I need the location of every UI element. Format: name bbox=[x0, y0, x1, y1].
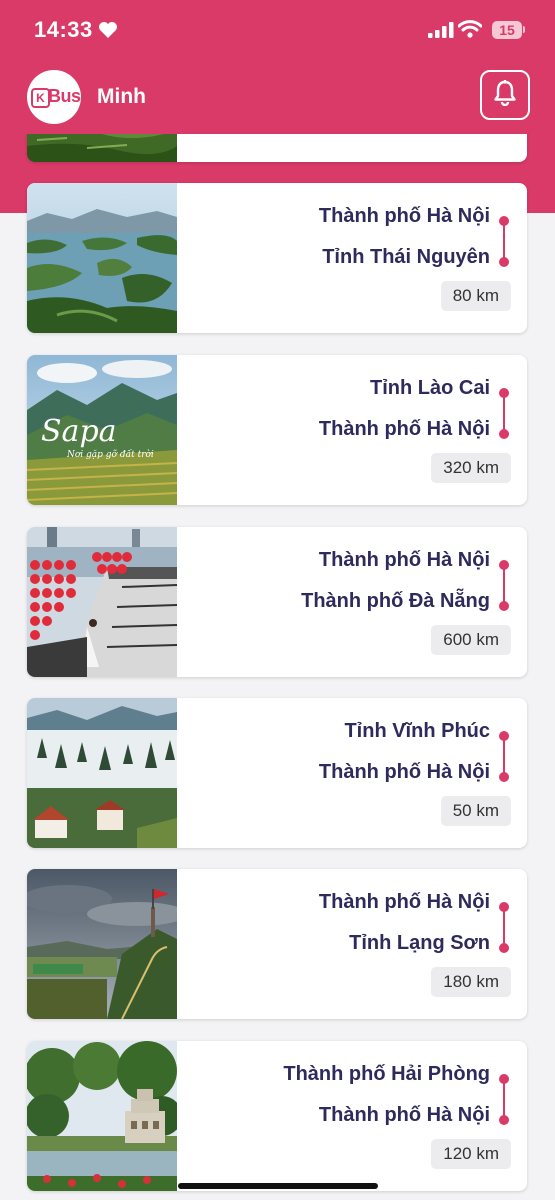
route-origin: Tỉnh Lào Cai bbox=[370, 377, 490, 399]
route-connector bbox=[498, 902, 510, 953]
image-caption: Sapa bbox=[41, 414, 117, 449]
heart-icon bbox=[98, 21, 118, 44]
distance-badge: 320 km bbox=[431, 453, 511, 483]
distance-badge: 600 km bbox=[431, 625, 511, 655]
wifi-icon bbox=[457, 20, 483, 43]
app-bar: K Bus Minh bbox=[0, 62, 555, 134]
route-image bbox=[27, 134, 177, 162]
route-card[interactable]: Sapa Nơi gặp gỡ đất trời Tỉnh Lào Cai Th… bbox=[27, 355, 527, 505]
distance-badge: 120 km bbox=[431, 1139, 511, 1169]
route-destination: Thành phố Hà Nội bbox=[318, 1104, 490, 1126]
route-connector bbox=[498, 216, 510, 267]
route-image: Sapa Nơi gặp gỡ đất trời bbox=[27, 355, 177, 505]
home-indicator[interactable] bbox=[178, 1183, 378, 1189]
bell-icon bbox=[494, 78, 516, 111]
route-image bbox=[27, 183, 177, 333]
route-connector bbox=[498, 388, 510, 439]
user-name: Minh bbox=[97, 85, 146, 108]
battery-tip bbox=[523, 26, 525, 33]
route-connector bbox=[498, 731, 510, 782]
status-time: 14:33 bbox=[34, 17, 93, 42]
route-image bbox=[27, 1041, 177, 1191]
route-card[interactable]: Thành phố Hà Nội Thành phố Đà Nẵng 600 k… bbox=[27, 527, 527, 677]
route-origin: Thành phố Hải Phòng bbox=[283, 1063, 490, 1085]
route-destination: Tỉnh Thái Nguyên bbox=[322, 246, 490, 268]
route-connector bbox=[498, 560, 510, 611]
route-card[interactable]: Thành phố Hải Phòng Thành phố Hà Nội 120… bbox=[27, 1041, 527, 1191]
distance-badge: 80 km bbox=[440, 281, 511, 311]
logo-text: Bus bbox=[48, 86, 81, 106]
route-card[interactable]: Thành phố Hà Nội Tỉnh Lạng Sơn 180 km bbox=[27, 869, 527, 1019]
battery-indicator: 15 bbox=[492, 21, 522, 39]
route-origin: Tỉnh Vĩnh Phúc bbox=[344, 720, 490, 742]
route-card[interactable]: Tỉnh Vĩnh Phúc Thành phố Hà Nội 50 km bbox=[27, 698, 527, 848]
status-bar: 14:33 15 bbox=[0, 0, 555, 62]
route-image bbox=[27, 527, 177, 677]
route-card[interactable]: Thành phố Hà Nội Tỉnh Thái Nguyên 80 km bbox=[27, 183, 527, 333]
app-logo: K Bus bbox=[27, 70, 81, 124]
notification-button[interactable] bbox=[480, 70, 530, 120]
route-destination: Thành phố Hà Nội bbox=[318, 761, 490, 783]
route-destination: Thành phố Đà Nẵng bbox=[301, 590, 490, 612]
signal-icon bbox=[428, 22, 454, 43]
route-origin: Thành phố Hà Nội bbox=[318, 549, 490, 571]
route-image bbox=[27, 698, 177, 848]
route-destination: Tỉnh Lạng Sơn bbox=[349, 932, 490, 954]
route-list[interactable]: Thành phố Hà Nội Tỉnh Thái Nguyên 80 km bbox=[0, 134, 555, 1200]
route-image bbox=[27, 869, 177, 1019]
image-subcaption: Nơi gặp gỡ đất trời bbox=[66, 449, 154, 460]
route-origin: Thành phố Hà Nội bbox=[318, 205, 490, 227]
route-origin: Thành phố Hà Nội bbox=[318, 891, 490, 913]
route-destination: Thành phố Hà Nội bbox=[318, 418, 490, 440]
route-card[interactable] bbox=[27, 134, 527, 162]
distance-badge: 50 km bbox=[440, 796, 511, 826]
distance-badge: 180 km bbox=[431, 967, 511, 997]
route-connector bbox=[498, 1074, 510, 1125]
